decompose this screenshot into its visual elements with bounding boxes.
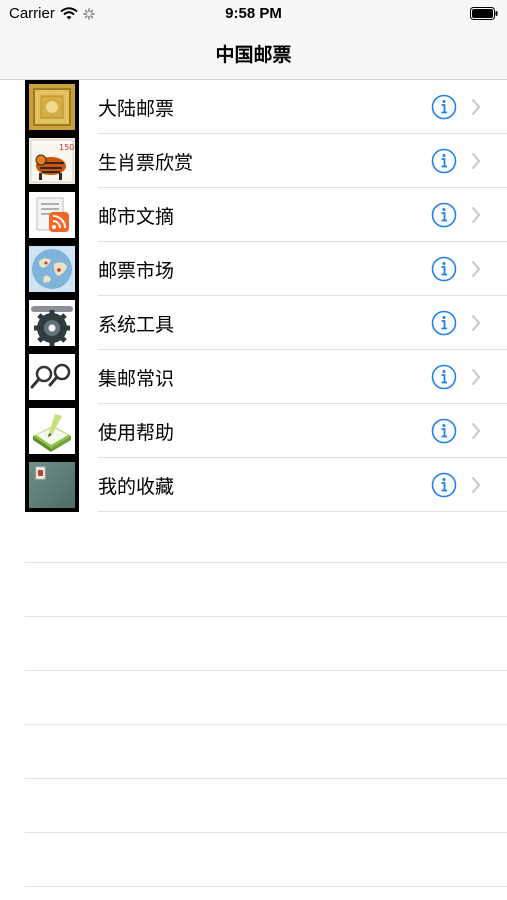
status-time: 9:58 PM bbox=[225, 5, 282, 22]
chevron-right-icon bbox=[472, 315, 481, 331]
empty-row-separator bbox=[25, 670, 507, 671]
list-item-zodiac-stamps[interactable]: 150 生肖票欣赏 bbox=[0, 134, 507, 188]
info-icon[interactable] bbox=[431, 94, 457, 120]
list-item-label: 使用帮助 bbox=[98, 422, 175, 444]
list-item-mainland-stamps[interactable]: 大陆邮票 bbox=[0, 80, 507, 134]
status-bar: Carrier 9:58 PM bbox=[0, 0, 507, 28]
album-icon bbox=[29, 462, 75, 508]
info-icon[interactable] bbox=[431, 472, 457, 498]
stamp-tiger-icon: 150 bbox=[29, 138, 75, 184]
chevron-right-icon bbox=[472, 477, 481, 493]
row-thumbnail bbox=[25, 350, 79, 404]
empty-row-separator bbox=[25, 886, 507, 887]
rss-feed-icon bbox=[29, 192, 75, 238]
svg-text:150: 150 bbox=[59, 143, 74, 152]
list-item-system-tools[interactable]: 系统工具 bbox=[0, 296, 507, 350]
stamp-gold-icon bbox=[29, 84, 75, 130]
magnifier-tongs-icon bbox=[29, 354, 75, 400]
list-item-stamp-digest[interactable]: 邮市文摘 bbox=[0, 188, 507, 242]
battery-icon bbox=[470, 7, 498, 20]
chevron-right-icon bbox=[472, 261, 481, 277]
list-item-help[interactable]: 使用帮助 bbox=[0, 404, 507, 458]
navigation-bar: 中国邮票 bbox=[0, 28, 507, 80]
row-thumbnail bbox=[25, 296, 79, 350]
info-icon[interactable] bbox=[431, 418, 457, 444]
list-item-label: 邮市文摘 bbox=[98, 206, 175, 228]
empty-row-separator bbox=[25, 724, 507, 725]
empty-row-separator bbox=[25, 778, 507, 779]
list-item-stamp-market[interactable]: 邮票市场 bbox=[0, 242, 507, 296]
row-thumbnail bbox=[25, 458, 79, 512]
chevron-right-icon bbox=[472, 153, 481, 169]
empty-row-separator bbox=[25, 616, 507, 617]
row-thumbnail bbox=[25, 80, 79, 134]
info-icon[interactable] bbox=[431, 364, 457, 390]
info-icon[interactable] bbox=[431, 148, 457, 174]
row-separator bbox=[98, 511, 507, 512]
empty-row-separator bbox=[25, 832, 507, 833]
chevron-right-icon bbox=[472, 99, 481, 115]
help-book-icon bbox=[29, 408, 75, 454]
row-thumbnail bbox=[25, 404, 79, 458]
info-icon[interactable] bbox=[431, 202, 457, 228]
list-item-philately-basics[interactable]: 集邮常识 bbox=[0, 350, 507, 404]
row-thumbnail bbox=[25, 188, 79, 242]
chevron-right-icon bbox=[472, 423, 481, 439]
list-item-label: 我的收藏 bbox=[98, 476, 175, 498]
list-item-label: 邮票市场 bbox=[98, 260, 175, 282]
empty-row-separator bbox=[25, 562, 507, 563]
chevron-right-icon bbox=[472, 207, 481, 223]
list-item-label: 生肖票欣赏 bbox=[98, 152, 194, 174]
gear-tools-icon bbox=[29, 300, 75, 346]
list-item-label: 集邮常识 bbox=[98, 368, 175, 390]
page-title: 中国邮票 bbox=[215, 44, 292, 66]
chevron-right-icon bbox=[472, 369, 481, 385]
info-icon[interactable] bbox=[431, 310, 457, 336]
globe-map-icon bbox=[29, 246, 75, 292]
info-icon[interactable] bbox=[431, 256, 457, 282]
list-item-label: 大陆邮票 bbox=[98, 98, 175, 120]
list-item-favorites[interactable]: 我的收藏 bbox=[0, 458, 507, 512]
row-thumbnail: 150 bbox=[25, 134, 79, 188]
list-item-label: 系统工具 bbox=[98, 314, 175, 336]
row-thumbnail bbox=[25, 242, 79, 296]
